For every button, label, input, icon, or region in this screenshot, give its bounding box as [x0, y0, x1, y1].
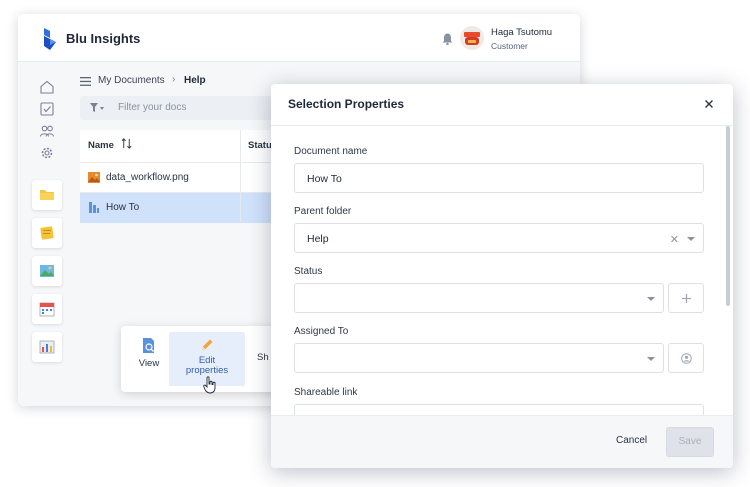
home-icon[interactable]	[40, 80, 54, 94]
clear-icon[interactable]: ✕	[670, 233, 679, 246]
document-name-input[interactable]: How To	[294, 163, 704, 193]
brand-logo[interactable]	[42, 28, 58, 50]
user-name: Haga Tsutomu	[491, 27, 553, 38]
notes-app-tile[interactable]	[32, 218, 62, 248]
filter-input[interactable]: Filter your docs	[80, 96, 280, 120]
filter-placeholder: Filter your docs	[118, 102, 187, 113]
view-label: View	[138, 358, 160, 369]
parent-folder-value: Help	[307, 233, 329, 245]
cancel-button[interactable]: Cancel	[616, 435, 647, 446]
image-app-tile[interactable]	[32, 256, 62, 286]
edit-properties-line2: properties	[185, 365, 229, 376]
document-name-value: How To	[307, 173, 342, 185]
chevron-down-icon[interactable]	[647, 297, 655, 301]
modal-header: Selection Properties	[271, 84, 733, 126]
breadcrumb-root[interactable]: My Documents	[98, 75, 165, 86]
modal-title: Selection Properties	[288, 97, 405, 111]
gear-icon[interactable]	[40, 146, 54, 160]
brand-name: Blu Insights	[66, 31, 141, 46]
assigned-to-select[interactable]	[294, 343, 664, 373]
status-label: Status	[294, 266, 323, 277]
folder-app-tile[interactable]	[32, 180, 62, 210]
hand-cursor-icon	[203, 376, 216, 394]
shareable-link-input[interactable]	[294, 404, 704, 415]
sort-icon[interactable]	[121, 138, 132, 149]
shareable-link-label: Shareable link	[294, 387, 358, 398]
dashboard-icon	[39, 340, 55, 354]
chevron-down-icon[interactable]	[647, 357, 655, 361]
plus-icon	[682, 294, 691, 303]
add-status-button[interactable]	[668, 283, 704, 313]
view-button[interactable]: View	[129, 332, 169, 386]
user-circle-icon	[681, 353, 692, 364]
app-header: Blu Insights Haga Tsutomu Customer	[18, 14, 580, 62]
status-select[interactable]	[294, 283, 664, 313]
close-icon[interactable]	[704, 99, 714, 109]
side-rail	[18, 62, 76, 406]
column-divider	[240, 130, 241, 222]
pencil-icon	[202, 339, 213, 350]
view-icon	[143, 338, 154, 353]
document-icon	[89, 202, 99, 213]
image-file-icon	[88, 172, 100, 183]
selection-properties-modal: Selection Properties Document name How T…	[271, 84, 733, 468]
document-name-label: Document name	[294, 146, 368, 157]
assign-user-button[interactable]	[668, 343, 704, 373]
calendar-app-tile[interactable]	[32, 294, 62, 324]
menu-icon[interactable]	[80, 77, 91, 86]
notes-icon	[40, 226, 54, 240]
column-header-name-label: Name	[88, 140, 114, 151]
breadcrumb-current: Help	[184, 75, 206, 86]
chevron-right-icon: ›	[172, 74, 176, 85]
parent-folder-select[interactable]: Help ✕	[294, 223, 704, 253]
file-name: How To	[106, 202, 140, 213]
users-icon[interactable]	[40, 124, 54, 138]
save-button[interactable]: Save	[666, 427, 714, 457]
modal-footer: Cancel Save	[271, 415, 733, 468]
column-header-name[interactable]: Name	[88, 130, 132, 162]
avatar[interactable]	[460, 26, 484, 50]
tasks-icon[interactable]	[40, 102, 54, 116]
parent-folder-label: Parent folder	[294, 206, 352, 217]
scrollbar[interactable]	[726, 126, 730, 306]
folder-icon	[40, 190, 54, 200]
chevron-down-icon[interactable]	[687, 237, 695, 241]
calendar-icon	[39, 302, 55, 317]
assigned-to-label: Assigned To	[294, 326, 349, 337]
user-role: Customer	[491, 41, 528, 51]
filter-icon[interactable]	[90, 103, 106, 113]
dashboard-app-tile[interactable]	[32, 332, 62, 362]
file-name: data_workflow.png	[106, 172, 189, 183]
bell-icon[interactable]	[442, 33, 453, 45]
modal-body: Document name How To Parent folder Help …	[271, 126, 733, 415]
image-icon	[40, 265, 54, 277]
